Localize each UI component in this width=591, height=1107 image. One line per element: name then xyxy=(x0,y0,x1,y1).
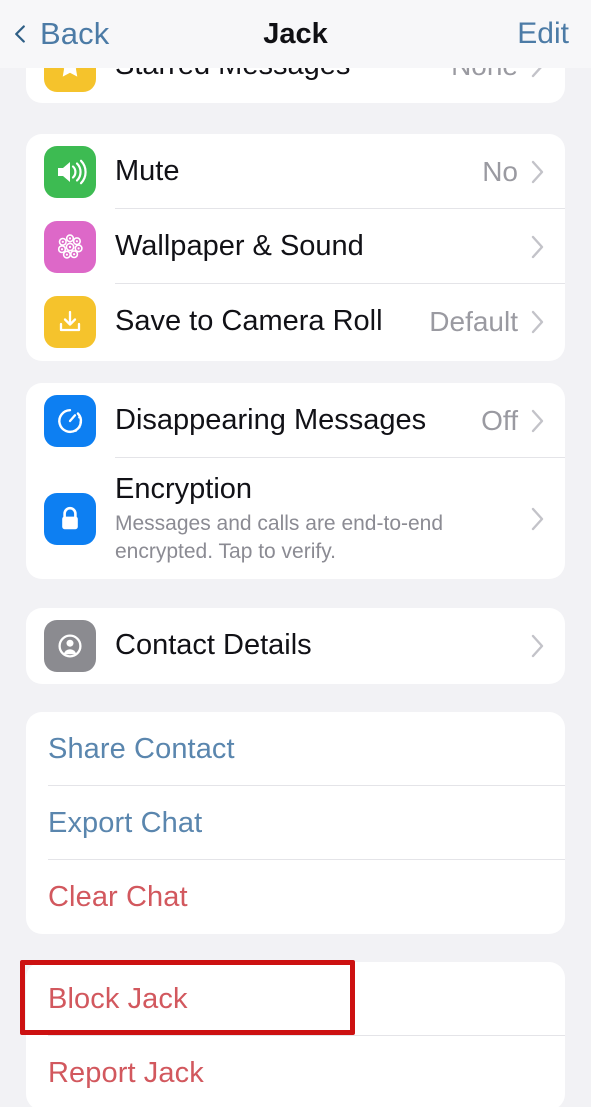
starred-section: Starred Messages None xyxy=(26,68,565,103)
speaker-wave-icon xyxy=(44,145,96,198)
row-save-to-camera-roll[interactable]: Save to Camera Roll Default xyxy=(26,284,565,359)
row-contact-details[interactable]: Contact Details xyxy=(26,608,565,683)
clear-chat-label: Clear Chat xyxy=(48,880,188,913)
chevron-right-icon xyxy=(531,235,544,258)
action-share-contact[interactable]: Share Contact xyxy=(26,712,565,786)
chevron-right-icon xyxy=(531,160,544,183)
encryption-textblock: Encryption Messages and calls are end-to… xyxy=(115,472,518,566)
actions-section: Share Contact Export Chat Clear Chat xyxy=(26,712,565,934)
row-disappearing-messages[interactable]: Disappearing Messages Off xyxy=(26,383,565,458)
chevron-left-icon xyxy=(15,25,25,43)
row-starred-messages[interactable]: Starred Messages None xyxy=(26,68,565,103)
privacy-section: Disappearing Messages Off Encryption Mes… xyxy=(26,383,565,579)
chevron-right-icon xyxy=(531,310,544,333)
save-to-camera-roll-label: Save to Camera Roll xyxy=(115,305,383,337)
starred-messages-value: None xyxy=(451,68,518,82)
phone-screen: Starred Messages None Back Jack Edit xyxy=(0,0,591,1107)
mute-value: No xyxy=(482,155,518,187)
download-tray-icon xyxy=(44,295,96,348)
contact-details-label: Contact Details xyxy=(115,629,312,661)
star-icon xyxy=(44,68,96,92)
export-chat-label: Export Chat xyxy=(48,806,203,839)
starred-section-clip: Starred Messages None xyxy=(0,68,591,122)
chat-settings-section: Mute No Wallpaper & Sound Save to Camera… xyxy=(26,134,565,361)
block-report-section: Block Jack Report Jack xyxy=(26,962,565,1107)
action-clear-chat[interactable]: Clear Chat xyxy=(26,860,565,934)
row-encryption[interactable]: Encryption Messages and calls are end-to… xyxy=(26,458,565,579)
contact-section: Contact Details xyxy=(26,608,565,684)
disappearing-messages-value: Off xyxy=(481,404,518,436)
encryption-sublabel: Messages and calls are end-to-end encryp… xyxy=(115,511,444,563)
action-block-jack[interactable]: Block Jack xyxy=(26,962,565,1036)
back-button-label: Back xyxy=(40,16,110,51)
chevron-right-icon xyxy=(531,507,544,530)
chevron-right-icon xyxy=(531,634,544,657)
save-to-camera-roll-value: Default xyxy=(429,305,518,337)
action-export-chat[interactable]: Export Chat xyxy=(26,786,565,860)
mute-label: Mute xyxy=(115,155,180,187)
navigation-bar: Back Jack Edit xyxy=(0,0,591,68)
flower-rosette-icon xyxy=(44,220,96,273)
back-button[interactable]: Back xyxy=(11,16,109,52)
row-mute[interactable]: Mute No xyxy=(26,134,565,209)
lock-icon xyxy=(44,492,96,545)
wallpaper-and-sound-label: Wallpaper & Sound xyxy=(115,230,364,262)
chevron-right-icon xyxy=(531,68,542,77)
starred-messages-label: Starred Messages xyxy=(115,68,350,82)
edit-button[interactable]: Edit xyxy=(517,17,569,51)
action-report-jack[interactable]: Report Jack xyxy=(26,1036,565,1107)
block-jack-label: Block Jack xyxy=(48,982,188,1015)
timer-dotted-icon xyxy=(44,394,96,447)
row-wallpaper-and-sound[interactable]: Wallpaper & Sound xyxy=(26,209,565,284)
report-jack-label: Report Jack xyxy=(48,1056,204,1089)
chevron-right-icon xyxy=(531,409,544,432)
share-contact-label: Share Contact xyxy=(48,732,235,765)
contact-person-icon xyxy=(44,619,96,672)
encryption-label: Encryption xyxy=(115,472,253,505)
disappearing-messages-label: Disappearing Messages xyxy=(115,404,427,436)
